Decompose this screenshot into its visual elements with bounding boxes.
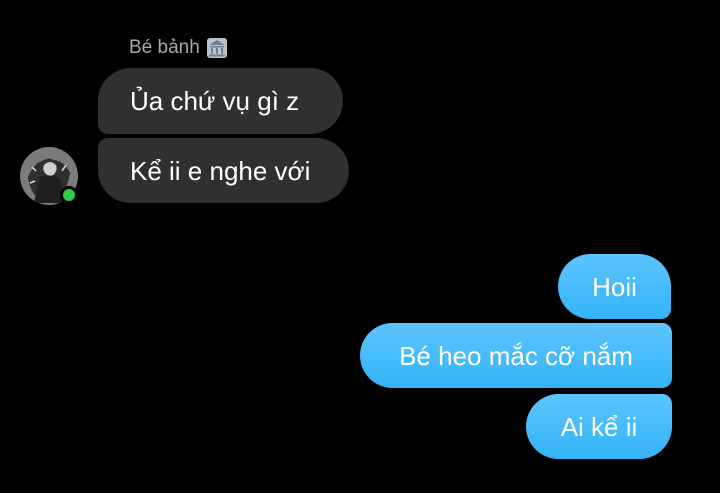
incoming-message[interactable]: Ủa chứ vụ gì z xyxy=(98,68,343,134)
message-text: Kể ii e nghe với xyxy=(130,155,311,186)
message-text: Hoii xyxy=(592,271,637,302)
message-text: Ủa chứ vụ gì z xyxy=(130,86,300,116)
incoming-message[interactable]: Kể ii e nghe với xyxy=(98,138,349,203)
message-text: Bé heo mắc cỡ nắm xyxy=(399,340,633,371)
outgoing-message[interactable]: Hoii xyxy=(558,254,671,319)
sender-name: Bé bảnh xyxy=(129,37,200,58)
bank-emoji-icon xyxy=(206,37,228,59)
outgoing-message[interactable]: Bé heo mắc cỡ nắm xyxy=(360,323,672,388)
sender-name-row: Bé bảnh xyxy=(129,36,228,60)
outgoing-message[interactable]: Ai kể ii xyxy=(526,394,672,459)
message-text: Ai kể ii xyxy=(560,411,638,442)
online-status-indicator xyxy=(60,186,78,204)
